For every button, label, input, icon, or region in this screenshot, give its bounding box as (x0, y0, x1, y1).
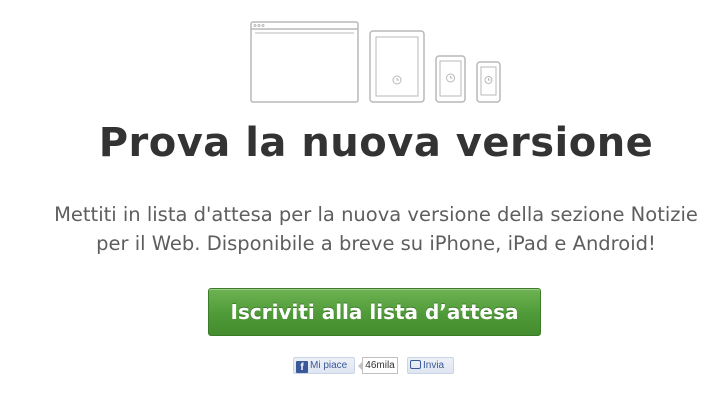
browser-window-icon (250, 21, 359, 103)
page-description: Mettiti in lista d'attesa per la nuova v… (24, 200, 717, 258)
like-count: 46mila (358, 357, 398, 374)
speech-bubble-icon (410, 360, 421, 369)
like-button[interactable]: f Mi piace (293, 357, 355, 374)
facebook-icon: f (296, 361, 308, 373)
page-title: Prova la nuova versione (98, 120, 654, 166)
like-label: Mi piace (310, 360, 348, 371)
send-button[interactable]: Invia (407, 357, 454, 374)
device-illustration (0, 0, 717, 110)
send-label: Invia (423, 360, 445, 371)
join-waitlist-button[interactable]: Iscriviti alla lista d’attesa (208, 288, 541, 336)
description-line-1: Mettiti in lista d'attesa per la nuova v… (54, 203, 698, 226)
tablet-icon (369, 30, 425, 103)
description-line-2: per il Web. Disponibile a breve su iPhon… (96, 232, 656, 255)
phone-icon (435, 55, 466, 103)
small-phone-icon (476, 61, 501, 103)
